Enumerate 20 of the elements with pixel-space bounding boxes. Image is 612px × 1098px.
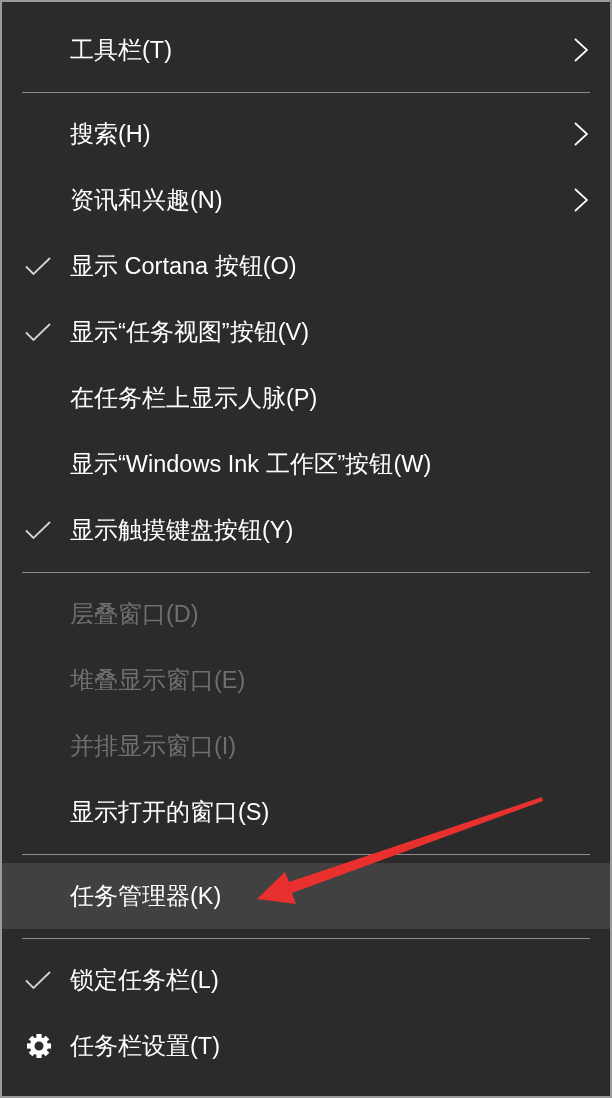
menu-item[interactable]: 资讯和兴趣(N)	[2, 167, 610, 233]
menu-item[interactable]: 显示触摸键盘按钮(Y)	[2, 497, 610, 563]
menu-item[interactable]: 锁定任务栏(L)	[2, 947, 610, 1013]
menu-item[interactable]: 显示打开的窗口(S)	[2, 779, 610, 845]
menu-item[interactable]: 显示“Windows Ink 工作区”按钮(W)	[2, 431, 610, 497]
menu-item[interactable]: 任务栏设置(T)	[2, 1013, 610, 1079]
menu-item[interactable]: 搜索(H)	[2, 101, 610, 167]
chevron-right-icon	[574, 38, 588, 62]
settings-icon	[27, 1034, 51, 1058]
menu-item[interactable]: 任务管理器(K)	[2, 863, 610, 929]
checkmark-icon	[25, 521, 51, 539]
chevron-right-icon	[574, 122, 588, 146]
chevron-right-icon	[574, 188, 588, 212]
checkmark-icon	[25, 257, 51, 275]
checkmark-icon	[25, 971, 51, 989]
menu-item[interactable]: 显示“任务视图”按钮(V)	[2, 299, 610, 365]
menu-item[interactable]: 在任务栏上显示人脉(P)	[2, 365, 610, 431]
menu-item[interactable]: 工具栏(T)	[2, 17, 610, 83]
menu-item[interactable]: 显示 Cortana 按钮(O)	[2, 233, 610, 299]
checkmark-icon	[25, 323, 51, 341]
